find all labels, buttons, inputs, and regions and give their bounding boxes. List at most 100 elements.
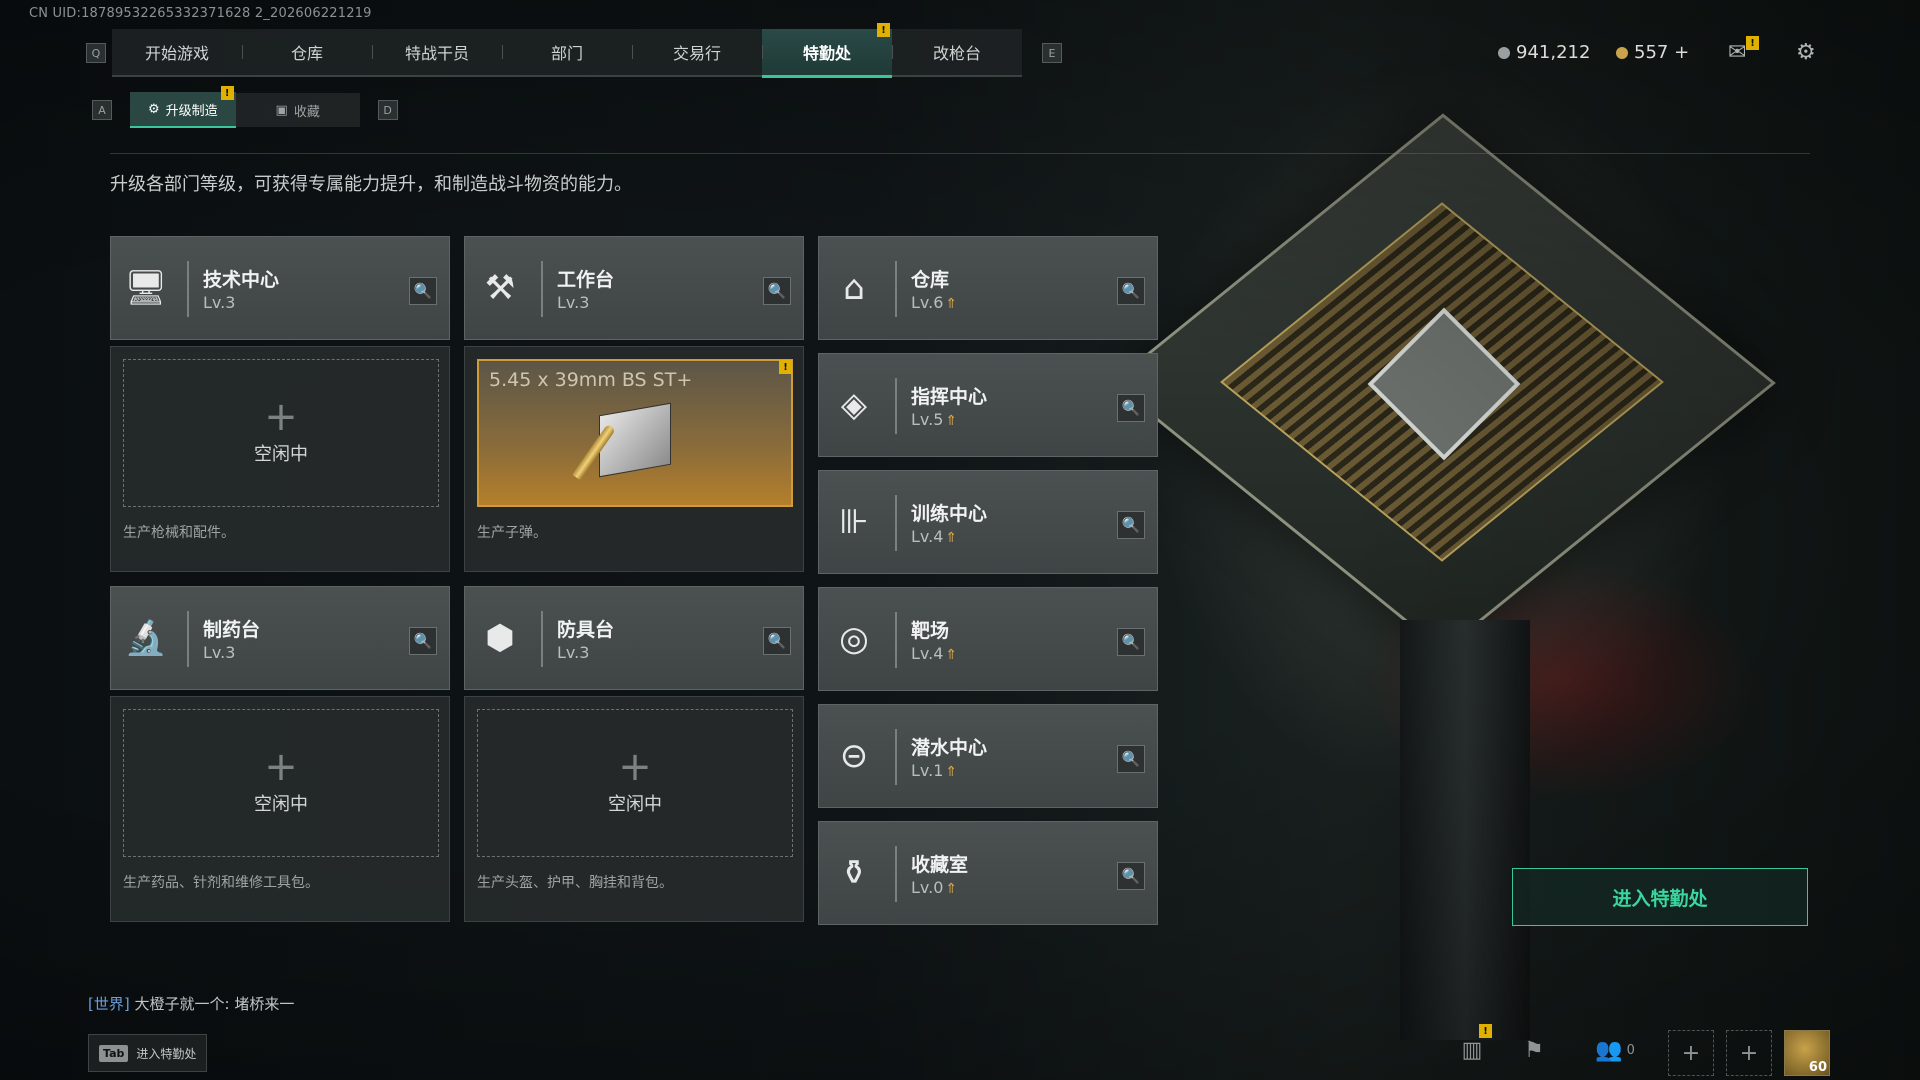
tab-enter-hint[interactable]: Tab 进入特勤处	[88, 1034, 208, 1072]
warehouse-icon: ⌂	[843, 268, 865, 308]
sub-nav: A ⚙ 升级制造 ! ▣ 收藏 D	[86, 86, 404, 128]
dept-level: Lv.3	[557, 293, 590, 312]
silver-currency: 941,212	[1498, 42, 1590, 63]
upgrade-arrow-icon: ⇑	[945, 881, 958, 897]
subtab-upgrade-label: 升级制造	[165, 103, 218, 119]
dept-card-pharmacy[interactable]: 🔬 制药台 Lv.3 🔍	[110, 586, 450, 690]
tab-operators[interactable]: 特战干员	[372, 29, 502, 75]
dept-card-command[interactable]: ◈ 指挥中心 Lv.5 ⇑ 🔍	[818, 353, 1158, 457]
upgrade-arrow-icon: ⇑	[945, 647, 958, 663]
idle-slot[interactable]: + 空闲中	[477, 709, 793, 857]
subnav-right-key[interactable]: D	[377, 100, 398, 120]
gold-amount: 557 +	[1634, 42, 1690, 63]
subtab-upgrade[interactable]: ⚙ 升级制造 !	[130, 86, 236, 128]
subtab-collection[interactable]: ▣ 收藏	[235, 93, 360, 127]
avatar[interactable]: 60	[1784, 1030, 1830, 1076]
idle-slot[interactable]: + 空闲中	[123, 709, 439, 857]
main-tabs: 开始游戏 仓库 特战干员 部门 交易行 特勤处 ! 改枪台	[112, 23, 1022, 78]
production-panel-pharmacy: + 空闲中 生产药品、针剂和维修工具包。	[110, 696, 450, 922]
dept-level: Lv.4 ⇑	[911, 644, 958, 663]
search-icon[interactable]: 🔍	[1117, 745, 1145, 773]
dept-card-collection[interactable]: ⚱ 收藏室 Lv.0 ⇑ 🔍	[818, 821, 1158, 925]
dept-level: Lv.3	[557, 643, 590, 662]
dept-card-armor[interactable]: ⬢ 防具台 Lv.3 🔍	[464, 586, 804, 690]
upgrade-arrow-icon: ⇑	[945, 764, 958, 780]
add-slot-button-2[interactable]: +	[1726, 1030, 1772, 1076]
goggles-icon: ⊝	[839, 736, 869, 776]
nav-left-key[interactable]: Q	[86, 43, 106, 63]
ammo-production-item[interactable]: 5.45 x 39mm BS ST+ !	[477, 359, 793, 507]
dept-name: 制药台	[203, 619, 261, 641]
tab-start-game[interactable]: 开始游戏	[112, 29, 242, 75]
ammo-badge: !	[779, 360, 792, 374]
dept-level: Lv.6 ⇑	[911, 293, 958, 312]
dept-level: Lv.0 ⇑	[911, 878, 958, 897]
search-icon[interactable]: 🔍	[1117, 628, 1145, 656]
gold-currency[interactable]: 557 +	[1616, 42, 1689, 63]
dept-card-workbench[interactable]: ⚒ 工作台 Lv.3 🔍	[464, 236, 804, 340]
search-icon[interactable]: 🔍	[1117, 511, 1145, 539]
slot-status: 空闲中	[608, 794, 662, 815]
plus-icon: +	[618, 744, 652, 790]
search-icon[interactable]: 🔍	[409, 277, 437, 305]
dept-name: 工作台	[557, 269, 615, 291]
tab-warehouse[interactable]: 仓库	[242, 29, 372, 75]
dept-name: 仓库	[911, 269, 950, 291]
dept-name: 靶场	[911, 620, 950, 642]
tab-hint-label: 进入特勤处	[136, 1046, 197, 1061]
dept-card-diving[interactable]: ⊝ 潜水中心 Lv.1 ⇑ 🔍	[818, 704, 1158, 808]
search-icon[interactable]: 🔍	[763, 627, 791, 655]
dept-card-range[interactable]: ◎ 靶场 Lv.4 ⇑ 🔍	[818, 587, 1158, 691]
tab-gunsmith[interactable]: 改枪台	[892, 29, 1022, 75]
tab-department[interactable]: 部门	[502, 29, 632, 75]
dept-level: Lv.3	[203, 293, 236, 312]
alert-badge: !	[877, 23, 890, 37]
friends-count: 0	[1626, 1042, 1635, 1058]
plus-icon: +	[264, 394, 298, 440]
player-level: 60	[1808, 1060, 1827, 1075]
dept-level: Lv.3	[203, 643, 236, 662]
chat-line[interactable]: [世界] 大橙子就一个: 堵桥来一	[88, 993, 294, 1014]
tab-key: Tab	[99, 1044, 129, 1062]
search-icon[interactable]: 🔍	[1117, 862, 1145, 890]
monitor-icon: 🖥	[124, 268, 168, 308]
gold-coin-icon	[1616, 46, 1628, 59]
enter-special-ops-button[interactable]: 进入特勤处	[1512, 868, 1808, 926]
tab-special-ops[interactable]: 特勤处 !	[762, 23, 892, 78]
idle-slot[interactable]: + 空闲中	[123, 359, 439, 507]
add-slot-button[interactable]: +	[1668, 1030, 1714, 1076]
production-desc: 生产药品、针剂和维修工具包。	[123, 875, 319, 891]
search-icon[interactable]: 🔍	[763, 277, 791, 305]
production-desc: 生产头盔、护甲、胸挂和背包。	[477, 875, 673, 891]
tab-trading[interactable]: 交易行	[632, 29, 762, 75]
dept-card-tech-center[interactable]: 🖥 技术中心 Lv.3 🔍	[110, 236, 450, 340]
command-icon: ◈	[840, 385, 868, 425]
search-icon[interactable]: 🔍	[1117, 394, 1145, 422]
slot-status: 空闲中	[254, 794, 308, 815]
microscope-icon: 🔬	[124, 618, 168, 658]
gear-icon[interactable]: ⚙	[1796, 40, 1816, 65]
uid-label: CN UID:18789532265332371628 2_2026062212…	[29, 6, 372, 21]
flag-icon[interactable]: ⚑	[1514, 1030, 1554, 1070]
search-icon[interactable]: 🔍	[409, 627, 437, 655]
mail-icon[interactable]: ✉ !	[1728, 36, 1759, 65]
ammo-name: 5.45 x 39mm BS ST+	[489, 369, 693, 391]
search-icon[interactable]: 🔍	[1117, 277, 1145, 305]
dumbbell-icon: ⊪	[839, 502, 869, 542]
production-panel-workbench: 5.45 x 39mm BS ST+ ! 生产子弹。	[464, 346, 804, 572]
stats-icon[interactable]: ▥ !	[1452, 1024, 1492, 1070]
production-panel-armor: + 空闲中 生产头盔、护甲、胸挂和背包。	[464, 696, 804, 922]
stats-badge: !	[1479, 1024, 1492, 1038]
slot-status: 空闲中	[254, 444, 308, 465]
dept-card-warehouse[interactable]: ⌂ 仓库 Lv.6 ⇑ 🔍	[818, 236, 1158, 340]
dept-card-training[interactable]: ⊪ 训练中心 Lv.4 ⇑ 🔍	[818, 470, 1158, 574]
collection-icon: ▣	[275, 102, 288, 118]
cubes-icon: ⬢	[485, 618, 515, 658]
upgrade-icon: ⚙	[148, 101, 160, 117]
subnav-left-key[interactable]: A	[92, 100, 112, 120]
upgrade-arrow-icon: ⇑	[945, 530, 958, 546]
upgrade-arrow-icon: ⇑	[945, 413, 958, 429]
nav-right-key[interactable]: E	[1042, 43, 1062, 63]
friends-icon[interactable]: 👥 0	[1590, 1030, 1640, 1070]
chat-channel: [世界]	[88, 995, 130, 1013]
